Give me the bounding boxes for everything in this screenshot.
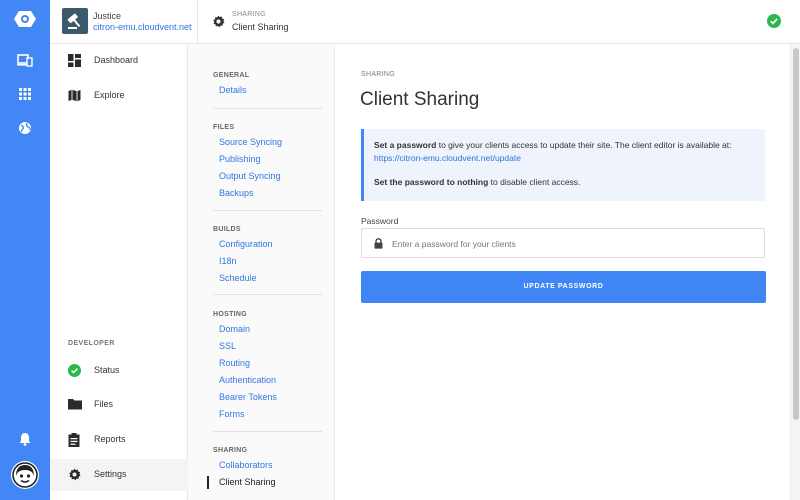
subnav-link-configuration[interactable]: Configuration — [213, 236, 322, 253]
subnav-link-routing[interactable]: Routing — [213, 355, 322, 372]
site-name: Justice — [93, 11, 122, 21]
subnav-link-client-sharing[interactable]: Client Sharing — [207, 474, 322, 491]
map-icon — [68, 89, 81, 102]
subnav-link-backups[interactable]: Backups — [213, 185, 322, 202]
subnav-link-domain[interactable]: Domain — [213, 321, 322, 338]
nav-item-files[interactable]: Files — [50, 389, 188, 419]
password-label: Password — [361, 216, 399, 226]
gear-icon — [68, 468, 81, 481]
clipboard-icon — [68, 433, 81, 447]
nav-label: Reports — [94, 434, 126, 444]
info-text-1: to give your clients access to update th… — [436, 140, 732, 150]
subnav-group-builds: BUILDS Configuration I18n Schedule — [213, 223, 322, 295]
info-line-2: Set the password to nothing to disable c… — [374, 176, 755, 189]
developer-heading: DEVELOPER — [68, 340, 115, 347]
subnav-link-details[interactable]: Details — [213, 82, 322, 99]
breadcrumb: SHARING Client Sharing — [198, 0, 308, 44]
subnav-link-ssl[interactable]: SSL — [213, 338, 322, 355]
nav-label: Settings — [94, 469, 127, 479]
update-password-button[interactable]: UPDATE PASSWORD — [361, 271, 766, 303]
settings-subnav: GENERAL Details FILES Source Syncing Pub… — [188, 44, 335, 500]
password-field-wrapper — [361, 228, 765, 258]
app-rail — [0, 0, 50, 500]
top-header: Justice citron-emu.cloudvent.net SHARING… — [50, 0, 800, 44]
nav-label: Dashboard — [94, 55, 139, 65]
subnav-heading: FILES — [213, 124, 235, 131]
breadcrumb-title: Client Sharing — [232, 22, 289, 32]
subnav-link-collaborators[interactable]: Collaborators — [213, 457, 322, 474]
nav-label: Explore — [94, 90, 125, 100]
client-editor-link[interactable]: https://citron-emu.cloudvent.net/update — [374, 153, 521, 163]
check-circle-icon[interactable] — [767, 14, 781, 28]
site-gavel-icon — [62, 8, 88, 34]
bell-icon[interactable] — [0, 432, 50, 448]
scrollbar[interactable] — [790, 44, 800, 500]
check-circle-icon — [68, 364, 81, 377]
password-input[interactable] — [392, 235, 752, 252]
subnav-link-forms[interactable]: Forms — [213, 406, 322, 423]
subnav-link-output-syncing[interactable]: Output Syncing — [213, 168, 322, 185]
gear-icon — [212, 15, 225, 30]
nav-item-settings[interactable]: Settings — [50, 459, 188, 491]
info-line-1: Set a password to give your clients acce… — [374, 139, 755, 165]
folder-icon — [68, 398, 82, 411]
nav-item-status[interactable]: Status — [50, 355, 188, 385]
info-bold-2: Set the password to nothing — [374, 177, 489, 187]
main-content: SHARING Client Sharing Set a password to… — [335, 44, 787, 500]
nav-item-dashboard[interactable]: Dashboard — [50, 45, 188, 75]
info-text-2: to disable client access. — [488, 177, 581, 187]
dashboard-icon — [68, 54, 81, 67]
main-nav: Dashboard Explore DEVELOPER Status Files… — [50, 44, 188, 500]
subnav-link-authentication[interactable]: Authentication — [213, 372, 322, 389]
breadcrumb-section: SHARING — [232, 11, 266, 18]
devices-icon[interactable] — [0, 53, 50, 69]
site-url-link[interactable]: citron-emu.cloudvent.net — [93, 22, 192, 32]
scrollbar-thumb[interactable] — [793, 48, 799, 420]
lock-icon — [374, 238, 383, 251]
cloud-logo-icon[interactable] — [0, 10, 50, 30]
page-title: Client Sharing — [360, 89, 480, 110]
subnav-link-i18n[interactable]: I18n — [213, 253, 322, 270]
subnav-group-files: FILES Source Syncing Publishing Output S… — [213, 121, 322, 211]
section-label: SHARING — [361, 71, 395, 78]
subnav-group-general: GENERAL Details — [213, 69, 322, 109]
nav-item-explore[interactable]: Explore — [50, 80, 188, 110]
subnav-link-bearer-tokens[interactable]: Bearer Tokens — [213, 389, 322, 406]
subnav-group-hosting: HOSTING Domain SSL Routing Authenticatio… — [213, 308, 322, 432]
subnav-heading: BUILDS — [213, 226, 241, 233]
subnav-heading: HOSTING — [213, 311, 247, 318]
subnav-heading: GENERAL — [213, 72, 250, 79]
site-switcher[interactable]: Justice citron-emu.cloudvent.net — [50, 0, 198, 44]
info-bold-1: Set a password — [374, 140, 437, 150]
subnav-group-sharing: SHARING Collaborators Client Sharing — [207, 444, 322, 500]
user-avatar-icon[interactable] — [11, 461, 39, 489]
subnav-link-publishing[interactable]: Publishing — [213, 151, 322, 168]
apps-grid-icon[interactable] — [0, 88, 50, 102]
subnav-heading: SHARING — [213, 447, 248, 454]
nav-label: Files — [94, 399, 114, 409]
subnav-link-source-syncing[interactable]: Source Syncing — [213, 134, 322, 151]
info-callout: Set a password to give your clients acce… — [361, 129, 765, 201]
globe-icon[interactable] — [0, 121, 50, 137]
nav-item-reports[interactable]: Reports — [50, 424, 188, 454]
subnav-link-schedule[interactable]: Schedule — [213, 270, 322, 287]
nav-label: Status — [94, 365, 120, 375]
